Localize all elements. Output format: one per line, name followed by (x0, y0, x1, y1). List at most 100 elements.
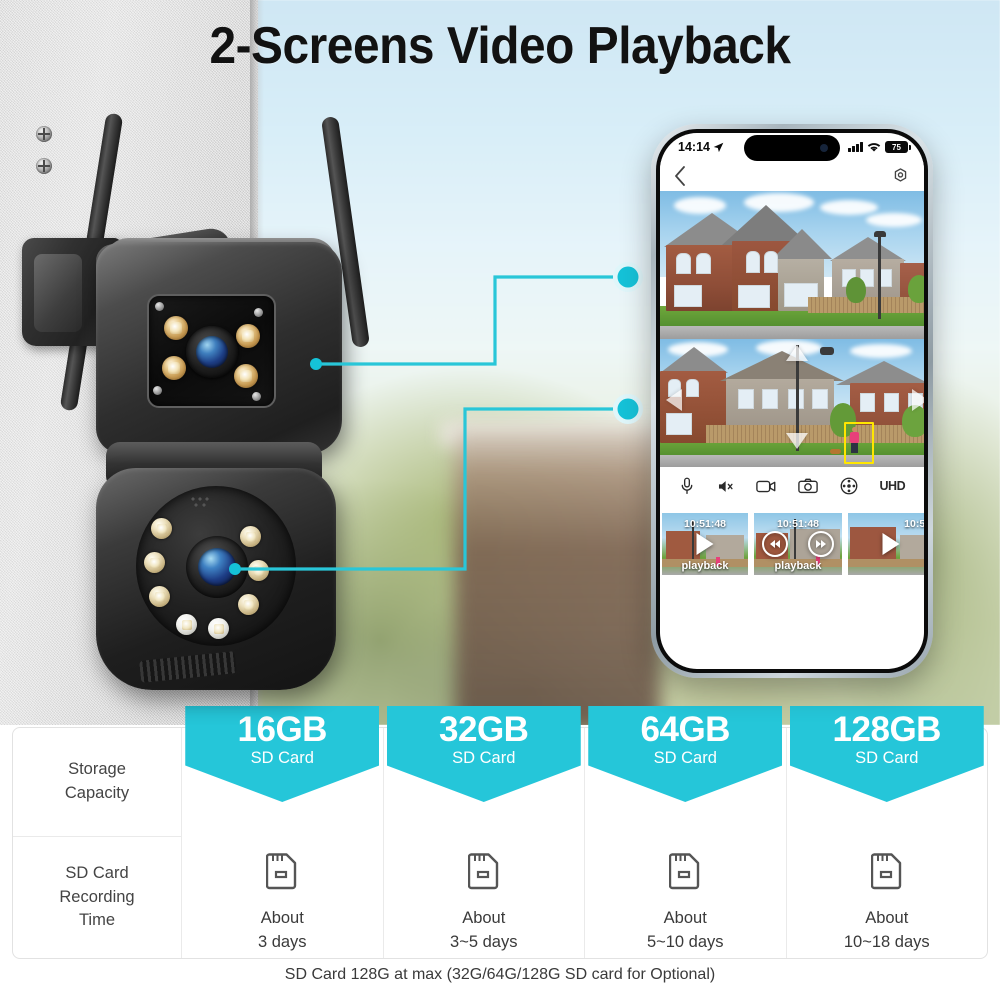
playback-thumbnail[interactable]: 10:51:48 playback (662, 513, 748, 575)
ptz-right-arrow-icon[interactable] (912, 389, 924, 411)
window (746, 251, 760, 273)
fence (706, 425, 924, 443)
hero-banner: 2-Screens Video Playback 14:14 75 UHD 10… (0, 0, 1000, 725)
smartphone-mockup: 14:14 75 UHD 10:51:48 playback 10:51:48 … (651, 124, 933, 678)
mount-screw-icon (36, 158, 52, 174)
capacity-pennant: 16GB SD Card (185, 706, 380, 802)
recording-time-cell: About 3 days (181, 836, 383, 958)
location-arrow-icon (713, 142, 724, 152)
capacity-sub-label: SD Card (653, 749, 717, 768)
sd-card-icon (669, 850, 701, 895)
capacity-cell: 32GB SD Card (382, 706, 585, 836)
fast-forward-icon[interactable] (808, 531, 834, 557)
house-roof (720, 351, 844, 381)
playback-thumbnail[interactable]: 10:51 (848, 513, 924, 575)
spec-table-note: SD Card 128G at max (32G/64G/128G SD car… (284, 966, 716, 983)
days-value: 3~5 days (450, 932, 518, 951)
recording-time-text: About 10~18 days (844, 907, 930, 955)
row-label-storage-capacity: Storage Capacity (13, 728, 181, 836)
storage-spec-table: Storage Capacity 16GB SD Card 32GB SD Car… (12, 706, 988, 959)
play-icon[interactable] (696, 533, 714, 555)
back-chevron-icon[interactable] (674, 166, 686, 186)
battery-level-text: 75 (892, 142, 901, 152)
spec-table-grid: Storage Capacity 16GB SD Card 32GB SD Car… (13, 706, 987, 958)
row-label-recording-time-text: SD Card Recording Time (59, 863, 135, 930)
about-word: About (260, 909, 304, 927)
window (696, 253, 711, 274)
ptz-camera-lens (198, 548, 236, 586)
window (762, 389, 778, 409)
white-led-icon (208, 618, 229, 639)
capacity-pennant: 128GB SD Card (789, 706, 984, 802)
capacity-cell: 16GB SD Card (181, 706, 383, 836)
sd-card-icon (266, 850, 298, 895)
ir-led-icon (248, 560, 269, 581)
capacity-size-label: 64GB (640, 710, 731, 749)
days-value: 10~18 days (843, 932, 930, 951)
resolution-label[interactable]: UHD (880, 479, 906, 493)
thumbnail-label: playback (681, 560, 729, 572)
gear-icon[interactable] (891, 167, 910, 186)
tree (846, 277, 866, 303)
ptz-dpad-icon[interactable] (840, 477, 858, 495)
street (660, 455, 924, 467)
house-roof (830, 237, 906, 261)
status-bar-left: 14:14 (678, 140, 724, 154)
video-record-icon[interactable] (756, 479, 776, 494)
capacity-sub-label: SD Card (452, 749, 516, 768)
street-lamp-pole (878, 233, 881, 319)
microphone-icon[interactable] (679, 477, 695, 495)
playback-thumbnail[interactable]: 10:51:48 playback (754, 513, 842, 575)
video-panel-bottom[interactable] (660, 339, 924, 467)
about-word: About (865, 909, 909, 927)
row-label-recording-time: SD Card Recording Time (13, 836, 181, 958)
thumbnail-timestamp: 10:51:48 (776, 518, 820, 530)
speaker-mute-icon[interactable] (717, 478, 735, 495)
cloud (866, 213, 922, 227)
thumbnail-timestamp: 10:51 (904, 518, 924, 530)
capacity-pennant: 64GB SD Card (588, 706, 783, 802)
window (666, 413, 692, 435)
app-nav-bar (660, 161, 924, 191)
dog (830, 449, 841, 454)
ptz-up-arrow-icon[interactable] (786, 345, 808, 361)
capacity-pennant: 32GB SD Card (386, 706, 581, 802)
row-label-storage-capacity-text: Storage Capacity (64, 760, 130, 802)
capacity-size-label: 16GB (237, 710, 328, 749)
faceplate-screw-icon (155, 302, 164, 311)
fence (808, 297, 924, 313)
window (812, 389, 828, 409)
cloud (674, 197, 726, 214)
video-panel-top[interactable] (660, 191, 924, 339)
cloud (850, 344, 912, 358)
playback-thumbnail-strip: 10:51:48 playback 10:51:48 playback 10:5 (660, 505, 924, 575)
rewind-icon[interactable] (762, 531, 788, 557)
thumbnail-label: playback (774, 560, 822, 572)
ir-led-icon (151, 518, 172, 539)
window (764, 251, 778, 273)
window (738, 285, 770, 308)
play-icon[interactable] (882, 533, 900, 555)
capacity-sub-label: SD Card (250, 749, 314, 768)
ir-led-icon (144, 552, 165, 573)
cloud (820, 200, 878, 215)
thumb-fence (848, 559, 924, 567)
faceplate-screw-icon (252, 392, 261, 401)
bracket-inner (34, 254, 82, 332)
ir-led-icon (164, 316, 188, 340)
sd-card-icon (467, 850, 500, 895)
recording-time-text: About 3~5 days (450, 907, 517, 955)
camera-snapshot-icon[interactable] (798, 478, 818, 494)
faceplate-screw-icon (254, 308, 263, 317)
page-title: 2-Screens Video Playback (209, 17, 791, 75)
ptz-left-arrow-icon[interactable] (666, 389, 682, 411)
ptz-down-arrow-icon[interactable] (786, 433, 808, 449)
capacity-sub-label: SD Card (855, 749, 919, 768)
microphone-holes-icon (190, 496, 212, 510)
house-roof (836, 361, 924, 385)
recording-time-cell: About 5~10 days (584, 836, 786, 958)
about-word: About (663, 909, 707, 927)
days-value: 5~10 days (646, 932, 724, 951)
window (674, 285, 702, 307)
tree (908, 275, 924, 303)
